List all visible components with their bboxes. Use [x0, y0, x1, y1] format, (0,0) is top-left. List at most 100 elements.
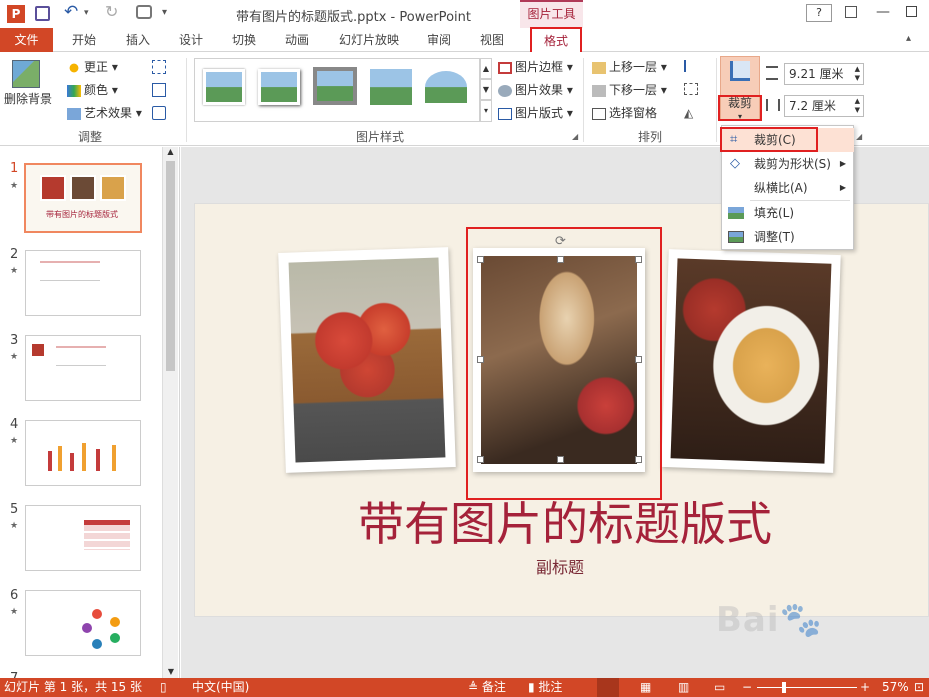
dialog-launcher-icon[interactable]: ◢: [572, 132, 578, 141]
compress-icon[interactable]: [152, 60, 166, 74]
height-value: 9.21 厘米: [789, 67, 844, 81]
size-dialog-launcher-icon[interactable]: ◢: [856, 132, 862, 141]
group-icon[interactable]: [684, 83, 698, 95]
menu-fill-label: 填充(L): [754, 206, 795, 220]
menu-item-fit[interactable]: 调整(T): [722, 225, 854, 249]
zoom-level[interactable]: 57%: [882, 680, 909, 695]
style-thumb[interactable]: [425, 71, 467, 103]
thumb-bar: [82, 443, 86, 471]
remove-background-button[interactable]: 删除背景: [4, 58, 52, 106]
gallery-more-icon[interactable]: ▾: [480, 100, 492, 122]
reset-picture-icon[interactable]: [152, 106, 166, 120]
normal-view-icon[interactable]: [597, 678, 619, 697]
selection-pane-button[interactable]: 选择窗格: [592, 105, 657, 121]
separator: [583, 58, 584, 142]
align-icon[interactable]: [684, 60, 698, 72]
width-spinner-icon[interactable]: ▲ ▼: [855, 97, 860, 115]
fit-slide-icon[interactable]: ⊡: [914, 680, 924, 695]
present-icon[interactable]: [136, 5, 152, 19]
menu-item-crop-to-shape[interactable]: ◇ 裁剪为形状(S) ▶: [722, 152, 854, 176]
picture-border-button[interactable]: 图片边框 ▾: [498, 59, 573, 75]
menu-item-fill[interactable]: 填充(L): [722, 201, 854, 225]
tab-transitions[interactable]: 切换: [222, 28, 266, 52]
animation-star-icon: ★: [10, 607, 19, 617]
style-thumb[interactable]: [313, 67, 357, 105]
tab-file-label: 文件: [14, 33, 39, 47]
save-icon[interactable]: [35, 6, 50, 21]
effects-icon: [498, 84, 512, 97]
spellcheck-icon[interactable]: ▯: [160, 680, 167, 695]
gallery-scroll-up-icon[interactable]: ▲: [480, 58, 492, 79]
tab-review-label: 审阅: [426, 33, 451, 47]
style-thumb[interactable]: [203, 69, 245, 105]
slide-thumbnail-2[interactable]: [25, 250, 141, 316]
slide-thumbnail-4[interactable]: [25, 420, 141, 486]
slide-subtitle[interactable]: 副标题: [495, 554, 625, 578]
artistic-effects-button[interactable]: 艺术效果 ▾: [67, 105, 142, 121]
style-thumb[interactable]: [370, 69, 412, 105]
tab-insert[interactable]: 插入: [116, 28, 160, 52]
fill-icon: [728, 207, 744, 219]
slide-thumbnail-1[interactable]: 带有图片的标题版式: [24, 163, 142, 233]
undo-dropdown-icon[interactable]: ▾: [84, 8, 89, 18]
slideshow-view-icon[interactable]: ▭: [714, 680, 725, 695]
notes-button[interactable]: ≜ 备注: [468, 680, 506, 695]
thumb-bar: [96, 449, 100, 471]
tab-format-label: 格式: [543, 34, 568, 48]
scroll-down-icon[interactable]: ▼: [163, 667, 179, 676]
picture-layout-button[interactable]: 图片版式 ▾: [498, 105, 573, 121]
undo-icon[interactable]: ↶: [64, 2, 78, 22]
slide-thumbnail-6[interactable]: [25, 590, 141, 656]
slide-sorter-icon[interactable]: ▦: [640, 680, 651, 695]
corrections-button[interactable]: 更正 ▾: [67, 59, 118, 75]
tab-view[interactable]: 视图: [470, 28, 514, 52]
gallery-scroll-down-icon[interactable]: ▼: [480, 79, 492, 100]
zoom-in-icon[interactable]: +: [860, 680, 870, 695]
rotate-icon[interactable]: ◭: [684, 106, 693, 120]
height-input[interactable]: 9.21 厘米 ▲ ▼: [784, 63, 864, 85]
width-icon: [766, 99, 780, 111]
tab-home[interactable]: 开始: [62, 28, 106, 52]
apple-pie-photo[interactable]: [661, 249, 841, 473]
thumbnail-scrollbar[interactable]: ▲ ▼: [162, 147, 178, 678]
minimize-icon[interactable]: —: [876, 4, 890, 20]
width-input[interactable]: 7.2 厘米 ▲ ▼: [784, 95, 864, 117]
picture-effects-button[interactable]: 图片效果 ▾: [498, 82, 573, 98]
tab-file[interactable]: 文件: [0, 28, 53, 52]
language-status[interactable]: 中文(中国): [192, 680, 249, 695]
zoom-out-icon[interactable]: −: [742, 680, 752, 695]
zoom-slider-thumb[interactable]: [782, 682, 786, 693]
menu-item-aspect-ratio[interactable]: 纵横比(A) ▶: [722, 176, 854, 200]
ribbon-display-icon[interactable]: [845, 6, 857, 18]
adjust-group-label: 调整: [77, 130, 102, 144]
change-picture-icon[interactable]: [152, 83, 166, 97]
collapse-ribbon-icon[interactable]: ▴: [906, 33, 911, 44]
tab-format[interactable]: 格式: [530, 27, 582, 54]
send-backward-button[interactable]: 下移一层 ▾: [592, 82, 667, 98]
color-button[interactable]: 颜色 ▾: [67, 82, 118, 98]
scroll-thumb[interactable]: [166, 161, 175, 371]
tab-review[interactable]: 审阅: [417, 28, 461, 52]
scroll-up-icon[interactable]: ▲: [163, 147, 178, 156]
bring-forward-label: 上移一层: [609, 60, 658, 74]
tab-design[interactable]: 设计: [169, 28, 213, 52]
thumb-circle: [82, 623, 92, 633]
style-thumb[interactable]: [258, 69, 300, 105]
picture-styles-gallery[interactable]: [194, 58, 480, 122]
reading-view-icon[interactable]: ▥: [678, 680, 689, 695]
height-spinner-icon[interactable]: ▲ ▼: [855, 65, 860, 83]
help-icon[interactable]: ?: [806, 4, 832, 22]
tab-animations[interactable]: 动画: [275, 28, 319, 52]
comments-button[interactable]: ▮ 批注: [528, 680, 562, 695]
maximize-icon[interactable]: [906, 6, 917, 17]
redo-icon[interactable]: ↻: [105, 2, 118, 21]
bring-forward-button[interactable]: 上移一层 ▾: [592, 59, 667, 75]
menu-crop-highlight-box: [720, 127, 818, 152]
slide-thumbnail-5[interactable]: [25, 505, 141, 571]
qat-customize-icon[interactable]: ▾: [162, 7, 167, 18]
zoom-slider[interactable]: [757, 687, 857, 688]
apple-basket-photo[interactable]: [278, 247, 456, 473]
crop-highlight-box[interactable]: 裁剪 ▾: [718, 95, 762, 121]
tab-slideshow[interactable]: 幻灯片放映: [332, 28, 406, 52]
slide-thumbnail-3[interactable]: [25, 335, 141, 401]
